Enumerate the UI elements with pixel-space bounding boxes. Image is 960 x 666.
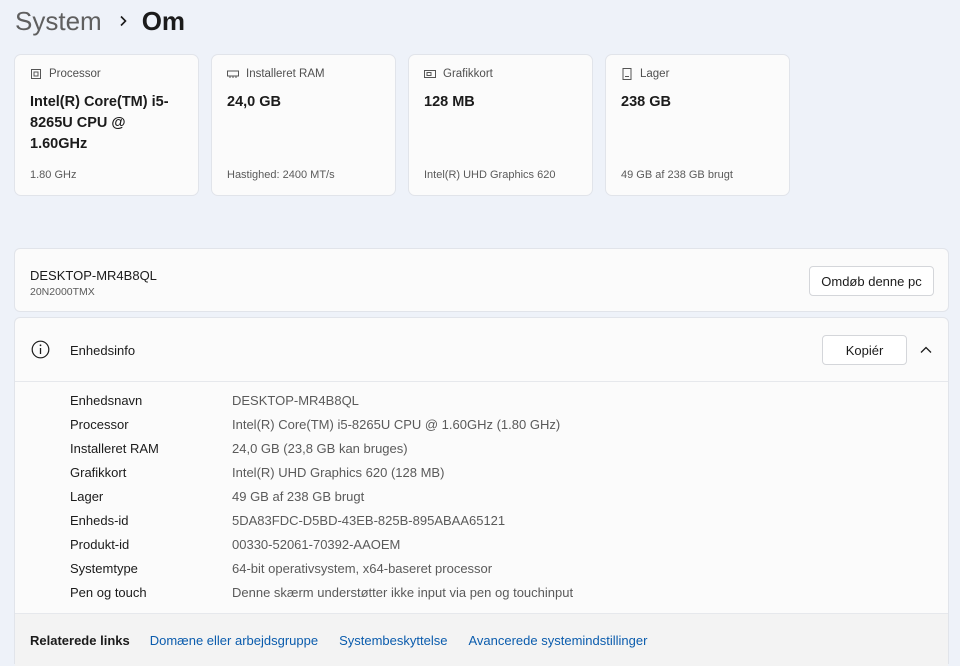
breadcrumb: System Om: [15, 3, 185, 39]
device-name: DESKTOP-MR4B8QL: [30, 268, 157, 283]
page-title: Om: [141, 5, 186, 36]
info-icon: [31, 340, 50, 359]
related-links-title: Relaterede links: [30, 632, 130, 648]
card-ram-label: Installeret RAM: [246, 68, 325, 80]
spec-label: Installeret RAM: [70, 440, 159, 456]
device-model: 20N2000TMX: [30, 286, 95, 298]
spec-label: Lager: [70, 488, 104, 504]
related-links-bar: Relaterede links Domæne eller arbejdsgru…: [15, 613, 948, 666]
spec-label: Pen og touch: [70, 584, 147, 600]
spec-label: Enhedsnavn: [70, 392, 143, 408]
spec-value: 5DA83FDC-D5BD-43EB-825B-895ABAA65121: [232, 512, 506, 528]
spec-cards: Processor Intel(R) Core(TM) i5-8265U CPU…: [14, 54, 790, 196]
link-advanced-system-settings[interactable]: Avancerede systemindstillinger: [468, 633, 647, 648]
spec-row-device-id: Enheds-id 5DA83FDC-D5BD-43EB-825B-895ABA…: [70, 508, 930, 532]
spec-value: 24,0 GB (23,8 GB kan bruges): [232, 440, 408, 456]
spec-row-device-name: Enhedsnavn DESKTOP-MR4B8QL: [70, 388, 930, 412]
spec-label: Systemtype: [70, 560, 138, 576]
spec-row-pen-touch: Pen og touch Denne skærm understøtter ik…: [70, 580, 930, 604]
card-storage: Lager 238 GB 49 GB af 238 GB brugt: [605, 54, 790, 196]
card-storage-sub: 49 GB af 238 GB brugt: [621, 169, 733, 181]
chevron-right-icon: [116, 14, 130, 28]
spec-label: Processor: [70, 416, 129, 432]
spec-row-product-id: Produkt-id 00330-52061-70392-AAOEM: [70, 532, 930, 556]
copy-button[interactable]: Kopiér: [822, 335, 907, 365]
card-processor-sub: 1.80 GHz: [30, 169, 77, 181]
spec-row-processor: Processor Intel(R) Core(TM) i5-8265U CPU…: [70, 412, 930, 436]
spec-label: Grafikkort: [70, 464, 127, 480]
card-storage-label: Lager: [640, 68, 670, 80]
ram-module-icon: [227, 68, 239, 80]
card-graphics-sub: Intel(R) UHD Graphics 620: [424, 169, 556, 181]
card-processor-label: Processor: [49, 68, 101, 80]
card-graphics-value: 128 MB: [424, 94, 475, 110]
chevron-up-icon[interactable]: [918, 342, 934, 358]
link-domain-workgroup[interactable]: Domæne eller arbejdsgruppe: [150, 633, 318, 648]
card-ram: Installeret RAM 24,0 GB Hastighed: 2400 …: [211, 54, 396, 196]
spec-value: Intel(R) Core(TM) i5-8265U CPU @ 1.60GHz…: [232, 416, 561, 432]
card-storage-value: 238 GB: [621, 94, 671, 110]
device-spec-list: Enhedsnavn DESKTOP-MR4B8QL Processor Int…: [70, 388, 930, 604]
spec-row-ram: Installeret RAM 24,0 GB (23,8 GB kan bru…: [70, 436, 930, 460]
card-ram-value: 24,0 GB: [227, 94, 281, 110]
card-ram-sub: Hastighed: 2400 MT/s: [227, 169, 335, 181]
card-graphics: Grafikkort 128 MB Intel(R) UHD Graphics …: [408, 54, 593, 196]
device-info-panel: Enhedsinfo Kopiér Enhedsnavn DESKTOP-MR4…: [14, 317, 949, 666]
breadcrumb-system-link[interactable]: System: [15, 6, 102, 37]
spec-value: Intel(R) UHD Graphics 620 (128 MB): [232, 464, 445, 480]
spec-value: 64-bit operativsystem, x64-baseret proce…: [232, 560, 493, 576]
rename-pc-button[interactable]: Omdøb denne pc: [809, 266, 934, 296]
spec-value: 49 GB af 238 GB brugt: [232, 488, 365, 504]
card-graphics-label: Grafikkort: [443, 68, 493, 80]
link-system-protection[interactable]: Systembeskyttelse: [339, 633, 447, 648]
processor-chip-icon: [30, 68, 42, 80]
spec-value: 00330-52061-70392-AAOEM: [232, 536, 401, 552]
spec-row-system-type: Systemtype 64-bit operativsystem, x64-ba…: [70, 556, 930, 580]
spec-row-storage: Lager 49 GB af 238 GB brugt: [70, 484, 930, 508]
card-processor-value: Intel(R) Core(TM) i5-8265U CPU @ 1.60GHz: [30, 94, 169, 152]
graphics-card-icon: [424, 68, 436, 80]
device-name-panel: DESKTOP-MR4B8QL 20N2000TMX Omdøb denne p…: [14, 248, 949, 312]
spec-label: Enheds-id: [70, 512, 129, 528]
spec-value: DESKTOP-MR4B8QL: [232, 392, 359, 408]
device-info-header[interactable]: Enhedsinfo Kopiér: [15, 318, 948, 382]
card-processor: Processor Intel(R) Core(TM) i5-8265U CPU…: [14, 54, 199, 196]
storage-drive-icon: [621, 68, 633, 80]
device-info-title: Enhedsinfo: [70, 343, 136, 358]
spec-row-graphics: Grafikkort Intel(R) UHD Graphics 620 (12…: [70, 460, 930, 484]
spec-value: Denne skærm understøtter ikke input via …: [232, 584, 574, 600]
spec-label: Produkt-id: [70, 536, 130, 552]
